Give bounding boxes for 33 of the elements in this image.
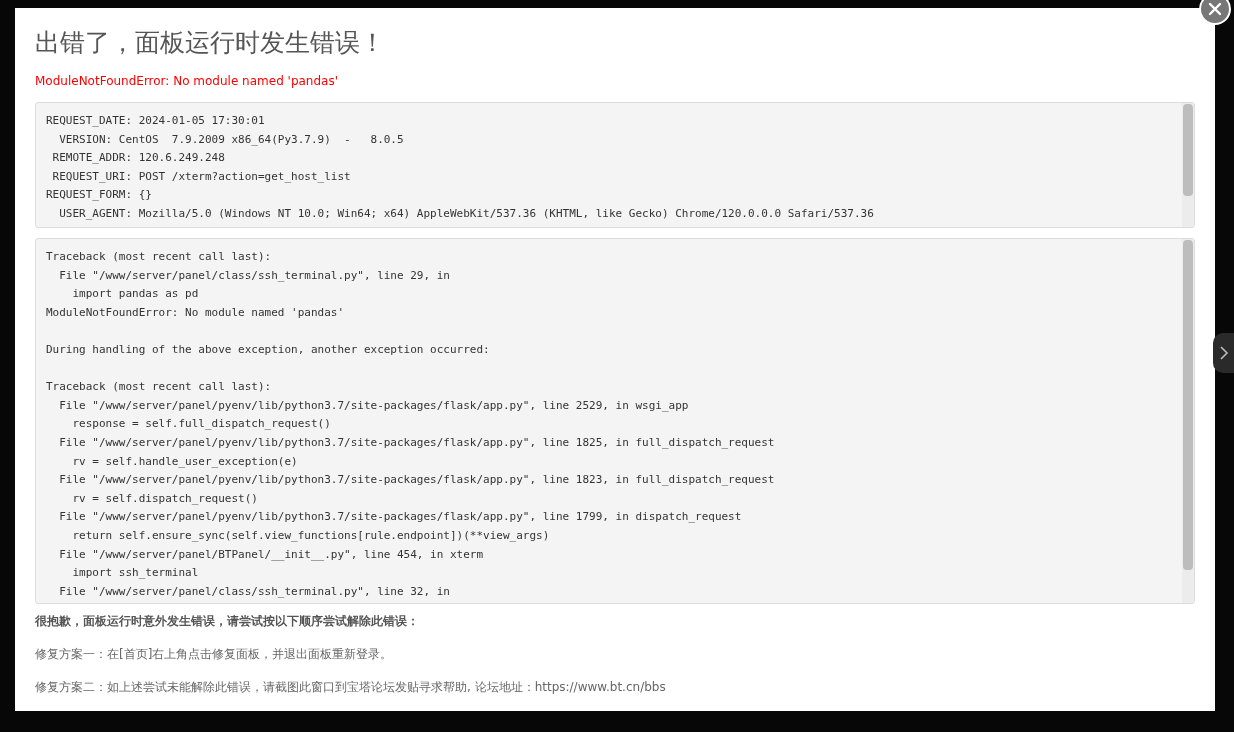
fix-instruction: 修复方案二：如上述尝试未能解除此错误，请截图此窗口到宝塔论坛发贴寻求帮助, 论坛地址：https://www.bt.cn/bbs	[35, 679, 667, 696]
code-line: ModuleNotFoundError: No module named 'pandas'	[46, 304, 345, 321]
code-line: USER_AGENT: Mozilla/5.0 (Windows NT 10.0; Win64; x64) AppleWebKit/537.36 (KHTML, like Gecko) Chrome/120.0.0.0 Safari/537.36	[58, 205, 875, 222]
code-line: import ssh_terminal	[71, 565, 200, 582]
code-line: During handling of the above exception, another exception occurred:	[46, 341, 491, 358]
code-line: response = self.full_dispatch_request()	[71, 416, 332, 433]
scrollbar[interactable]	[1182, 239, 1194, 603]
chevron-right-icon	[1218, 345, 1229, 361]
next-arrow-button[interactable]	[1213, 333, 1234, 373]
code-line: Traceback (most recent call last):	[46, 249, 273, 265]
code-line: File "/www/server/panel/pyenv/lib/python3.7/site-packages/flask/app.py", line 1825, in full_dispatch_request	[58, 434, 776, 451]
code-line: File "/www/server/panel/class/ssh_terminal.py", line 29, in	[58, 267, 451, 284]
code-line: REQUEST_FORM: {}	[46, 187, 153, 204]
code-line: File "/www/server/panel/BTPanel/__init__.py", line 454, in xterm	[58, 546, 485, 563]
code-line: return self.ensure_sync(self.view_functions[rule.endpoint])(**view_args)	[71, 527, 551, 544]
code-line: REQUEST_URI: POST /xterm?action=get_host_list	[51, 168, 352, 185]
code-line: rv = self.handle_user_exception(e)	[71, 453, 299, 470]
code-line: Traceback (most recent call last):	[46, 379, 273, 396]
code-line: REMOTE_ADDR: 120.6.249.248	[51, 150, 226, 167]
code-line: File "/www/server/panel/pyenv/lib/python3.7/site-packages/flask/app.py", line 2529, in wsgi_app	[58, 397, 690, 414]
code-line: rv = self.dispatch_request()	[71, 490, 259, 507]
close-icon[interactable]	[1199, 0, 1231, 25]
code-line: File "/www/server/panel/pyenv/lib/python3.7/site-packages/flask/app.py", line 1823, in full_dispatch_request	[58, 472, 776, 489]
code-line: VERSION: CentOS 7.9.2009 x86_64(Py3.7.9) - 8.0.5	[58, 131, 405, 148]
code-line: REQUEST_DATE: 2024-01-05 17:30:01	[46, 113, 266, 129]
fix-instruction: 修复方案一：在[首页]右上角点击修复面板，并退出面板重新登录。	[35, 646, 394, 663]
dialog-title: 出错了，面板运行时发生错误！	[35, 27, 386, 59]
error-message: ModuleNotFoundError: No module named 'pandas'	[35, 73, 339, 90]
help-heading: 很抱歉，面板运行时意外发生错误，请尝试按以下顺序尝试解除此错误：	[35, 613, 420, 630]
code-line: File "/www/server/panel/pyenv/lib/python3.7/site-packages/flask/app.py", line 1799, in dispatch_request	[58, 509, 743, 526]
code-line: import pandas as pd	[71, 286, 200, 303]
scrollbar[interactable]	[1182, 103, 1194, 227]
code-line: File "/www/server/panel/class/ssh_terminal.py", line 32, in	[58, 583, 451, 600]
